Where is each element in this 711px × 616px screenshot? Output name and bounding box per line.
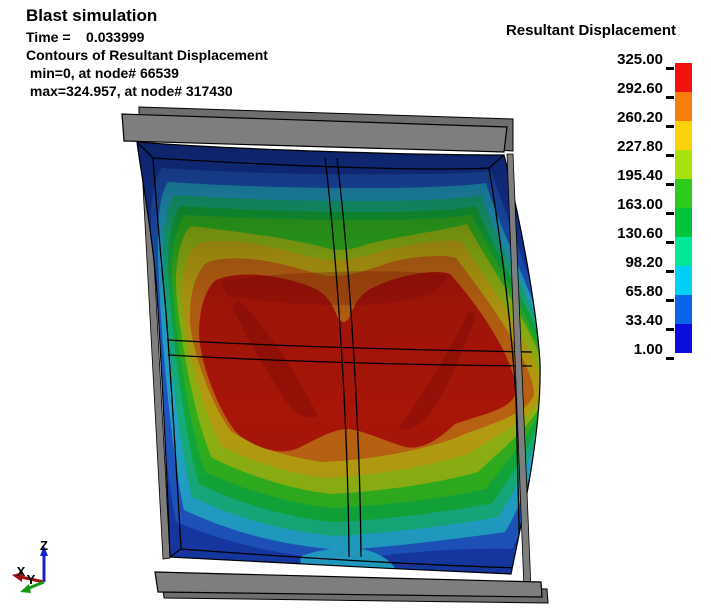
z-axis-label: Z [40, 538, 48, 553]
min-value-label: min=0, at node# 66539 [26, 65, 179, 81]
axis-triad: X Y Z [12, 538, 48, 593]
x-axis-label: X [17, 564, 26, 579]
y-axis-label: Y [27, 572, 36, 587]
viewport: X Y Z Blast simulation Time = 0.033999 C… [0, 0, 711, 616]
bottom-rail-front [154, 571, 543, 598]
contour-type-label: Contours of Resultant Displacement [26, 47, 268, 63]
contour-panel [137, 142, 541, 574]
time-readout: Time = 0.033999 [26, 29, 145, 45]
max-value-label: max=324.957, at node# 317430 [26, 83, 233, 99]
plot-title: Blast simulation [26, 6, 158, 25]
